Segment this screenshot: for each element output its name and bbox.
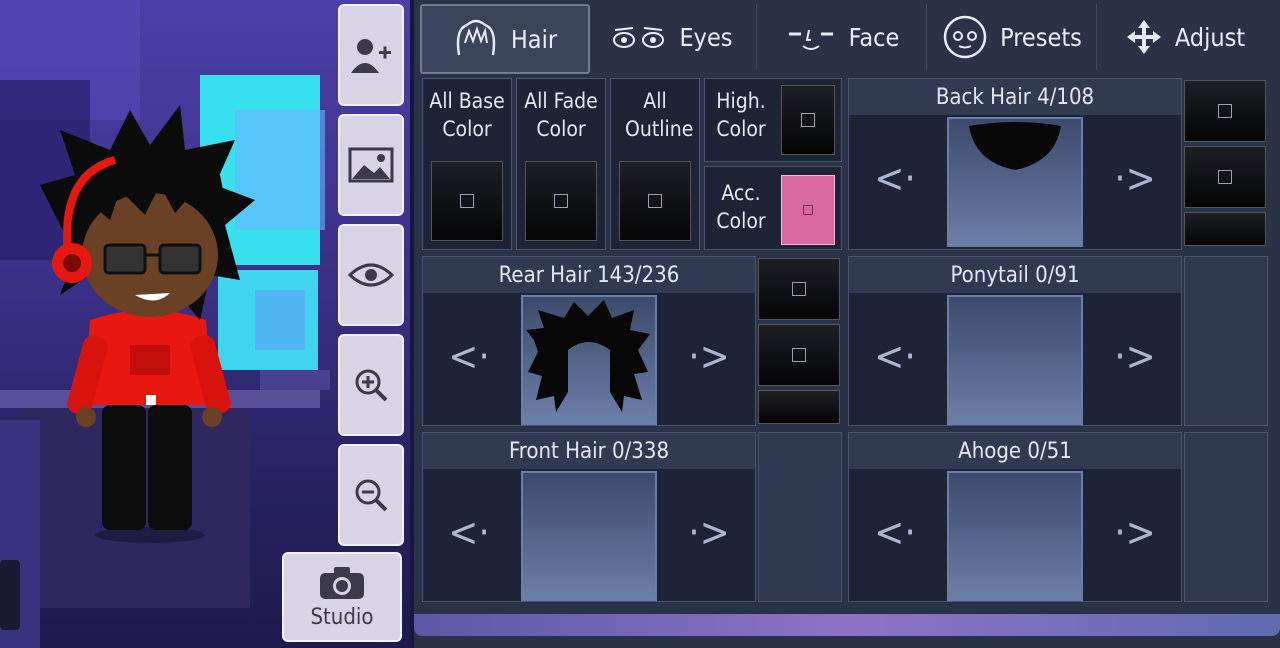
- highlight-color-swatch[interactable]: [781, 85, 835, 155]
- ahoge-preview[interactable]: [947, 471, 1083, 601]
- all-outline-label: All Outline: [625, 89, 694, 141]
- ahoge-prev-arrow-icon[interactable]: <·: [865, 493, 925, 573]
- ahoge-next-arrow-icon[interactable]: ·>: [1105, 493, 1165, 573]
- tab-eyes[interactable]: Eyes: [588, 4, 757, 70]
- back-hair-selector: Back Hair 4/108 <· ·>: [848, 78, 1182, 250]
- ponytail-color-empty: [1184, 256, 1268, 426]
- rear-hair-preview[interactable]: [521, 295, 657, 425]
- camera-icon: [320, 566, 364, 599]
- ahoge-color-empty: [1184, 432, 1268, 602]
- zoom-out-icon: [355, 479, 388, 512]
- character-avatar[interactable]: [20, 105, 280, 545]
- highlight-color-label: High. Color: [716, 89, 766, 141]
- back-hair-color-1[interactable]: [1184, 80, 1266, 142]
- tab-label: Eyes: [679, 22, 733, 52]
- zoom-in-button[interactable]: [338, 334, 404, 436]
- back-hair-color-2[interactable]: [1184, 146, 1266, 208]
- all-fade-color-label: All Fade Color: [524, 89, 598, 141]
- back-hair-color-3[interactable]: [1184, 212, 1266, 246]
- hair-icon: [456, 19, 496, 56]
- front-hair-preview[interactable]: [521, 471, 657, 601]
- tab-label: Hair: [510, 24, 558, 54]
- rear-hair-color-1[interactable]: [758, 258, 840, 320]
- all-base-color-cell[interactable]: All Base Color: [422, 78, 512, 250]
- face-icon: [788, 29, 833, 50]
- tab-presets[interactable]: Presets: [928, 4, 1097, 70]
- eyes-icon: [613, 27, 665, 48]
- studio-label: Studio: [310, 604, 374, 630]
- back-hair-shape-icon: [969, 122, 1061, 170]
- rear-hair-label: Rear Hair 143/236: [423, 257, 755, 293]
- ponytail-selector: Ponytail 0/91 <· ·>: [848, 256, 1182, 426]
- rear-hair-selector: Rear Hair 143/236 <· ·>: [422, 256, 756, 426]
- back-hair-next-arrow-icon[interactable]: ·>: [1105, 139, 1165, 219]
- rear-hair-prev-arrow-icon[interactable]: <·: [439, 317, 499, 397]
- zoom-in-icon: [355, 369, 388, 402]
- ponytail-label: Ponytail 0/91: [849, 257, 1181, 293]
- all-fade-color-cell[interactable]: All Fade Color: [516, 78, 606, 250]
- background-image-icon: [348, 147, 394, 183]
- ahoge-label: Ahoge 0/51: [849, 433, 1181, 469]
- tab-adjust[interactable]: Adjust: [1098, 4, 1272, 70]
- tab-label: Face: [848, 22, 900, 52]
- ponytail-prev-arrow-icon[interactable]: <·: [865, 317, 925, 397]
- all-outline-swatch[interactable]: [619, 161, 691, 241]
- add-character-button[interactable]: [338, 4, 404, 106]
- ahoge-selector: Ahoge 0/51 <· ·>: [848, 432, 1182, 602]
- front-hair-label: Front Hair 0/338: [423, 433, 755, 469]
- panel-bottom-bar: [414, 614, 1280, 636]
- front-hair-prev-arrow-icon[interactable]: <·: [439, 493, 499, 573]
- back-hair-preview[interactable]: [947, 117, 1083, 247]
- rear-hair-color-3[interactable]: [758, 390, 840, 424]
- tab-label: Adjust: [1174, 22, 1246, 52]
- accessory-color-label: Acc. Color: [716, 181, 766, 233]
- accessory-color-swatch[interactable]: [781, 175, 835, 245]
- back-hair-prev-arrow-icon[interactable]: <·: [865, 139, 925, 219]
- front-hair-selector: Front Hair 0/338 <· ·>: [422, 432, 756, 602]
- move-arrows-icon: [1126, 20, 1161, 54]
- accessory-color-cell[interactable]: Acc. Color: [704, 166, 842, 250]
- all-outline-cell[interactable]: All Outline: [610, 78, 700, 250]
- zoom-out-button[interactable]: [338, 444, 404, 546]
- background-button[interactable]: [338, 114, 404, 216]
- tab-hair[interactable]: Hair: [420, 4, 590, 74]
- eye-icon: [348, 263, 394, 287]
- tab-label: Presets: [1000, 22, 1082, 52]
- front-hair-color-empty: [758, 432, 842, 602]
- presets-face-icon: [943, 15, 987, 59]
- tab-face[interactable]: Face: [758, 4, 927, 70]
- back-hair-label: Back Hair 4/108: [849, 79, 1181, 115]
- add-character-icon: [351, 39, 391, 73]
- studio-button[interactable]: Studio: [282, 552, 402, 642]
- rear-hair-next-arrow-icon[interactable]: ·>: [679, 317, 739, 397]
- highlight-color-cell[interactable]: High. Color: [704, 78, 842, 162]
- front-hair-next-arrow-icon[interactable]: ·>: [679, 493, 739, 573]
- all-fade-color-swatch[interactable]: [525, 161, 597, 241]
- all-base-color-swatch[interactable]: [431, 161, 503, 241]
- hide-ui-button[interactable]: [338, 224, 404, 326]
- ponytail-preview[interactable]: [947, 295, 1083, 425]
- ponytail-next-arrow-icon[interactable]: ·>: [1105, 317, 1165, 397]
- customization-panel: Hair Eyes Face Presets Adjust All Base C…: [414, 0, 1280, 648]
- all-base-color-label: All Base Color: [429, 89, 505, 141]
- rear-hair-color-2[interactable]: [758, 324, 840, 386]
- rear-hair-shape-icon: [526, 300, 650, 412]
